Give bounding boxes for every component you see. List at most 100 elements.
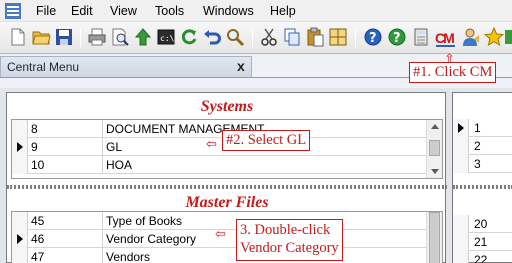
scroll-thumb[interactable] xyxy=(429,212,440,263)
find-icon[interactable] xyxy=(225,27,245,47)
current-row-arrow-icon xyxy=(17,234,23,244)
favorite-star-icon[interactable] xyxy=(484,27,504,47)
open-folder-icon[interactable] xyxy=(31,27,51,47)
row-indicator[interactable] xyxy=(12,230,28,248)
scroll-up-icon[interactable] xyxy=(431,124,439,129)
row-indicator[interactable] xyxy=(453,119,469,137)
row-indicator[interactable] xyxy=(453,137,469,155)
table-row[interactable]: 22 xyxy=(453,251,512,263)
table-row[interactable]: 1 xyxy=(453,119,512,137)
systems-scrollbar[interactable] xyxy=(426,120,442,178)
green-up-arrow-icon[interactable] xyxy=(133,27,153,47)
toolbar-separator xyxy=(80,28,81,47)
current-row-arrow-icon xyxy=(458,123,464,133)
cm-label: CM xyxy=(435,30,455,46)
row-id: 8 xyxy=(31,122,38,136)
master-files-grid[interactable]: 45 Type of Books 46 Vendor Category 47 V… xyxy=(11,211,443,263)
step2-callout: #2. Select GL xyxy=(222,130,311,151)
step2-arrow-icon: ⇦ xyxy=(206,136,217,151)
row-indicator[interactable] xyxy=(453,215,469,233)
master-files-title: Master Files xyxy=(185,194,269,211)
row-indicator[interactable] xyxy=(453,155,469,173)
undo-icon[interactable] xyxy=(202,27,222,47)
current-row-arrow-icon xyxy=(17,142,23,152)
toolbar-separator xyxy=(252,28,253,47)
new-document-icon[interactable] xyxy=(8,27,28,47)
row-id: 20 xyxy=(474,217,488,231)
cut-icon[interactable] xyxy=(259,27,279,47)
menu-tools[interactable]: Tools xyxy=(155,4,184,18)
calculator-icon[interactable] xyxy=(411,27,431,47)
app-logo-icon xyxy=(5,3,21,19)
row-name: HOA xyxy=(106,158,133,172)
row-id: 1 xyxy=(474,121,481,135)
systems-title: Systems xyxy=(200,98,254,115)
row-name: Vendor Category xyxy=(106,232,197,246)
row-name: Vendors xyxy=(106,250,151,263)
save-icon[interactable] xyxy=(54,27,74,47)
paste-icon[interactable] xyxy=(305,27,325,47)
master-files-scrollbar[interactable] xyxy=(426,212,442,263)
left-pane: Systems 8 DOCUMENT MANAGEMENT 9 GL 10 HO… xyxy=(6,92,447,263)
row-indicator[interactable] xyxy=(12,120,28,138)
row-id: 21 xyxy=(474,235,488,249)
row-name: GL xyxy=(106,140,123,154)
row-id: 9 xyxy=(31,140,38,154)
table-row[interactable]: 10 HOA xyxy=(12,156,426,174)
menu-file[interactable]: File xyxy=(36,4,56,18)
row-indicator[interactable] xyxy=(453,251,469,263)
toolbar-separator xyxy=(355,28,356,47)
row-id: 3 xyxy=(474,157,481,171)
refresh-icon[interactable] xyxy=(179,27,199,47)
row-indicator[interactable] xyxy=(12,138,28,156)
console-icon[interactable]: c:\ xyxy=(156,27,176,47)
tab-central-menu-label: Central Menu xyxy=(7,60,80,74)
print-icon[interactable] xyxy=(87,27,107,47)
menu-bar: File Edit View Tools Windows Help xyxy=(0,0,512,22)
table-row[interactable]: 47 Vendors xyxy=(12,248,426,263)
step3-arrow-icon: ⇦ xyxy=(215,226,226,241)
green-help-icon[interactable]: ? xyxy=(387,27,407,47)
step3-callout: 3. Double-click Vendor Category xyxy=(236,219,343,261)
step3-line1: 3. Double-click xyxy=(240,222,331,238)
toolbar: c:\ ? ? CM xyxy=(0,22,512,54)
table-row[interactable]: 8 DOCUMENT MANAGEMENT xyxy=(12,120,426,138)
user-icon[interactable] xyxy=(461,27,481,47)
close-icon[interactable]: x xyxy=(237,58,245,74)
copy-icon[interactable] xyxy=(282,27,302,47)
table-row[interactable]: 3 xyxy=(453,155,512,173)
row-indicator[interactable] xyxy=(12,248,28,263)
print-preview-icon[interactable] xyxy=(110,27,130,47)
menu-view[interactable]: View xyxy=(110,4,137,18)
row-id: 46 xyxy=(31,232,45,246)
pane-splitter[interactable] xyxy=(453,185,512,189)
row-indicator[interactable] xyxy=(12,156,28,174)
help-icon[interactable]: ? xyxy=(363,27,383,47)
table-row[interactable]: 20 xyxy=(453,215,512,233)
cm-underline xyxy=(436,45,455,47)
menu-edit[interactable]: Edit xyxy=(71,4,93,18)
table-row-selected[interactable]: 9 GL xyxy=(12,138,426,156)
pane-splitter[interactable] xyxy=(7,185,447,189)
row-indicator[interactable] xyxy=(12,212,28,230)
step3-line2: Vendor Category xyxy=(240,240,339,256)
menu-windows[interactable]: Windows xyxy=(203,4,254,18)
svg-text:?: ? xyxy=(369,31,377,46)
row-name: Type of Books xyxy=(106,214,183,228)
menu-help[interactable]: Help xyxy=(270,4,296,18)
table-row[interactable]: 2 xyxy=(453,137,512,155)
svg-text:c:\: c:\ xyxy=(160,34,175,43)
step1-callout: #1. Click CM xyxy=(409,62,497,83)
scroll-thumb[interactable] xyxy=(429,140,440,156)
tab-central-menu[interactable]: Central Menu x xyxy=(0,56,252,77)
row-id: 10 xyxy=(31,158,45,172)
row-id: 22 xyxy=(474,253,488,263)
central-menu-cm-button[interactable]: CM xyxy=(434,24,458,50)
row-id: 2 xyxy=(474,139,481,153)
grid-icon[interactable] xyxy=(328,27,348,47)
overflow-icon[interactable] xyxy=(505,27,512,47)
row-indicator[interactable] xyxy=(453,233,469,251)
table-row[interactable]: 21 xyxy=(453,233,512,251)
scroll-down-icon[interactable] xyxy=(431,169,439,174)
right-pane: 1 2 3 20 21 22 xyxy=(452,92,512,263)
